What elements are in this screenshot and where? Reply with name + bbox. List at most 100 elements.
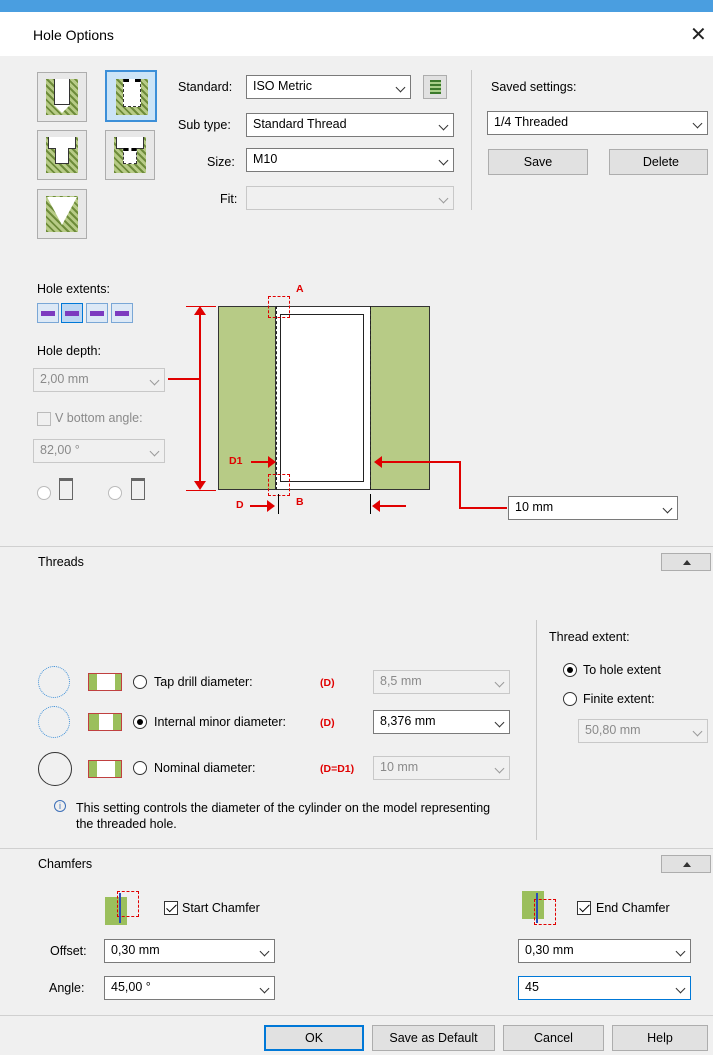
extent-blind-button[interactable] [37,303,59,323]
chamfer-b-marker [268,474,290,496]
sub-type-select[interactable]: Standard Thread [246,113,454,137]
close-icon[interactable]: ✕ [690,22,707,47]
tap-drill-circle-icon [38,666,70,698]
internal-minor-label: Internal minor diameter: [154,715,287,729]
table-icon [430,80,441,94]
thread-minor-outline [280,314,364,482]
threads-title: Threads [38,555,84,569]
end-chamfer-icon [522,891,556,925]
save-settings-button[interactable]: Save [488,149,588,175]
simple-hole-icon[interactable] [37,72,87,122]
chamfers-collapse-button[interactable] [661,855,711,873]
start-offset-input[interactable]: 0,30 mm [104,939,275,963]
countersink-hole-icon[interactable] [37,189,87,239]
hole-extents-label: Hole extents: [37,282,110,296]
start-chamfer-checkbox[interactable] [164,901,178,915]
sub-type-label: Sub type: [178,118,231,132]
start-chamfer-label: Start Chamfer [182,901,260,915]
end-chamfer-checkbox[interactable] [577,901,591,915]
extent-up-to-body-button[interactable] [111,303,133,323]
end-offset-value: 0,30 mm [525,943,574,957]
chevron-down-icon [438,193,449,204]
chamfers-header: Chamfers [0,848,713,878]
to-hole-extent-radio[interactable] [563,663,577,677]
standard-library-button[interactable] [423,75,447,99]
label-a: A [296,283,304,295]
window-accent-bar [0,0,713,12]
tapped-hole-icon[interactable] [105,70,157,122]
finite-extent-label: Finite extent: [583,692,655,706]
nominal-radio[interactable] [133,761,147,775]
d1-arrow-line [251,461,269,463]
internal-minor-radio[interactable] [133,715,147,729]
offset-label: Offset: [50,944,87,958]
tap-drill-thread-icon [88,673,122,691]
v-bottom-label: V bottom angle: [55,411,143,425]
diameter-size-select[interactable]: 10 mm [508,496,678,520]
tap-drill-select[interactable]: 8,5 mm [373,670,510,694]
nominal-circle-icon [38,752,72,786]
chamfer-a-marker [268,296,290,318]
angled-bottom-icon [131,478,145,500]
extent-up-to-next-button[interactable] [86,303,108,323]
counterbore-tapped-icon[interactable] [105,130,155,180]
diameter-size-value: 10 mm [515,500,554,514]
chevron-down-icon [494,763,505,774]
angled-bottom-radio[interactable] [108,486,122,500]
info-icon: i [54,800,66,812]
v-bottom-checkbox[interactable] [37,412,51,426]
to-hole-extent-label: To hole extent [583,663,661,677]
finite-extent-radio[interactable] [563,692,577,706]
chevron-down-icon [259,983,270,994]
help-button[interactable]: Help [612,1025,708,1051]
save-as-default-button[interactable]: Save as Default [372,1025,495,1051]
counterbore-hole-icon[interactable] [37,130,87,180]
standard-select[interactable]: ISO Metric [246,75,411,99]
saved-settings-value: 1/4 Threaded [494,115,569,129]
threads-collapse-button[interactable] [661,553,711,571]
finite-extent-input[interactable]: 50,80 mm [578,719,708,743]
tap-drill-radio[interactable] [133,675,147,689]
extent-through-button[interactable] [61,303,83,323]
size-value: M10 [253,152,278,166]
fit-select[interactable] [246,186,454,210]
delete-settings-button[interactable]: Delete [609,149,708,175]
chevron-down-icon [149,446,160,457]
d-ext-left [278,494,279,514]
saved-settings-select[interactable]: 1/4 Threaded [487,111,708,135]
ok-button[interactable]: OK [264,1025,364,1051]
chevron-down-icon [494,677,505,688]
info-text: This setting controls the diameter of th… [76,801,491,831]
end-offset-input[interactable]: 0,30 mm [518,939,691,963]
d-arrow-line [250,505,268,507]
end-chamfer-label: End Chamfer [596,901,670,915]
chamfers-title: Chamfers [38,857,93,871]
size-select[interactable]: M10 [246,148,454,172]
hole-depth-value: 2,00 mm [40,372,89,386]
arrow-left-icon [374,456,382,468]
d1-right-line [380,461,460,463]
label-d: D [236,499,244,511]
nominal-thread-icon [88,760,122,778]
chevron-down-icon [692,118,703,129]
internal-minor-select[interactable]: 8,376 mm [373,710,510,734]
tap-drill-label: Tap drill diameter: [154,675,253,689]
hole-depth-input[interactable]: 2,00 mm [33,368,165,392]
flat-bottom-radio[interactable] [37,486,51,500]
end-angle-input[interactable]: 45 [518,976,691,1000]
arrow-up-icon [194,306,206,315]
footer-divider [0,1015,713,1016]
arrow-left-icon [372,500,380,512]
thread-major-right [370,306,371,490]
arrow-down-icon [194,481,206,490]
start-angle-input[interactable]: 45,00 ° [104,976,275,1000]
chevron-down-icon [675,983,686,994]
nominal-select[interactable]: 10 mm [373,756,510,780]
tap-drill-value: 8,5 mm [380,674,422,688]
standard-label: Standard: [178,80,233,94]
size-leader-horizontal [459,507,507,509]
v-bottom-angle-input[interactable]: 82,00 ° [33,439,165,463]
nominal-code: (D=D1) [320,763,355,775]
size-label: Size: [207,155,235,169]
cancel-button[interactable]: Cancel [503,1025,604,1051]
